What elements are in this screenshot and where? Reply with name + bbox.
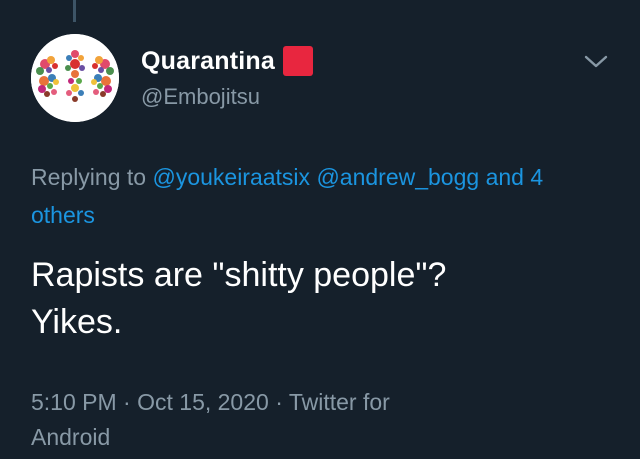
meta-separator: · <box>275 389 283 415</box>
floral-pattern-avatar-icon <box>31 34 119 122</box>
author-handle[interactable]: @Embojitsu <box>141 84 260 110</box>
author-name-row[interactable]: Quarantina <box>141 44 313 78</box>
chevron-down-icon[interactable] <box>582 47 610 75</box>
tweet-text: Rapists are "shitty people"? Yikes. <box>31 252 621 346</box>
avatar[interactable] <box>31 34 119 122</box>
thread-connector-line <box>73 0 76 22</box>
tweet-text-line: Rapists are "shitty people"? <box>31 256 447 294</box>
red-square-emoji-icon <box>282 46 313 76</box>
tweet-source-continued[interactable]: Android <box>31 424 110 450</box>
tweet-text-line: Yikes. <box>31 303 123 341</box>
replying-prefix: Replying to <box>31 164 147 190</box>
tweet-source[interactable]: Twitter for <box>289 389 390 415</box>
mention-link-andrew-bogg[interactable]: @andrew_bogg <box>316 164 479 190</box>
tweet-metadata: 5:10 PM · Oct 15, 2020 · Twitter for And… <box>31 385 551 455</box>
mention-link-youkeiraatsix[interactable]: @youkeiraatsix <box>152 164 310 190</box>
display-name[interactable]: Quarantina <box>141 47 275 76</box>
tweet-date[interactable]: Oct 15, 2020 <box>137 389 269 415</box>
tweet-time[interactable]: 5:10 PM <box>31 389 117 415</box>
replying-to-line: Replying to @youkeiraatsix @andrew_bogg … <box>31 158 611 234</box>
meta-separator: · <box>123 389 131 415</box>
